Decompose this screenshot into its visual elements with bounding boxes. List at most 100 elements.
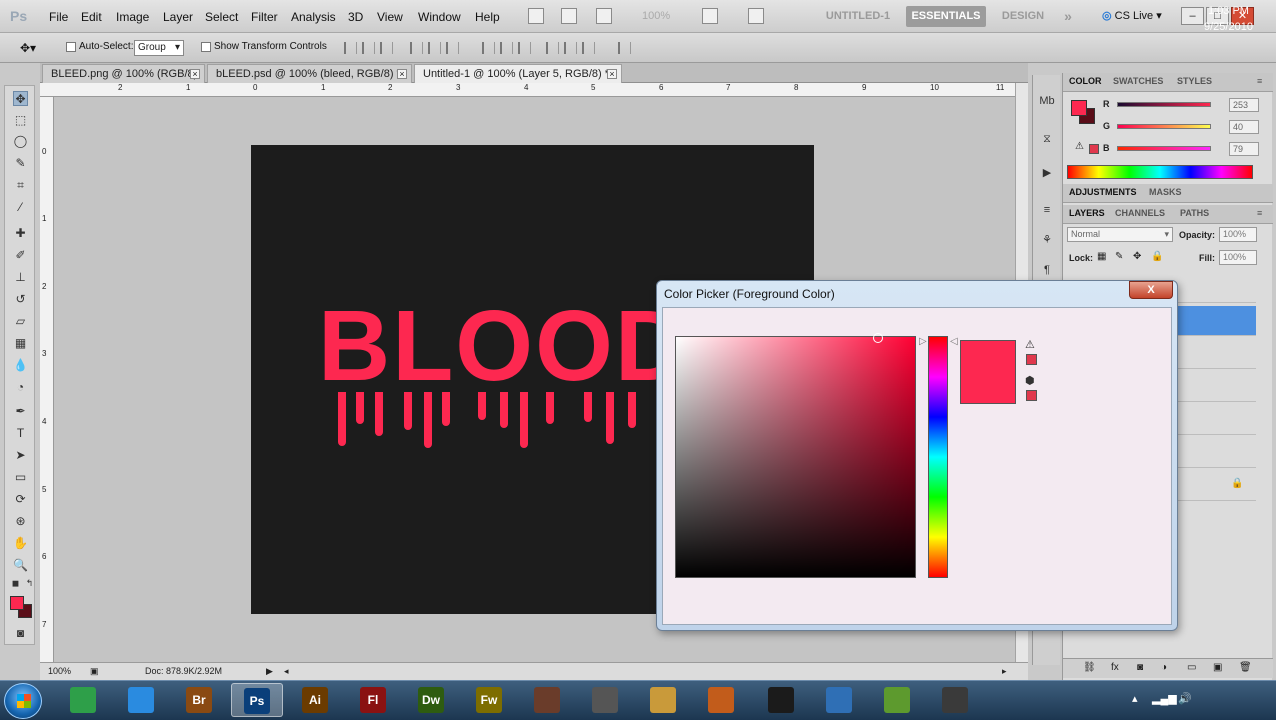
brush-tool-icon[interactable]: ✐ — [13, 248, 28, 263]
link-layers-icon[interactable]: ⛓ — [1083, 662, 1096, 673]
healing-brush-tool-icon[interactable]: ✚ — [13, 226, 28, 241]
clock-date[interactable]: 9/25/2010 — [1204, 21, 1253, 33]
align-bottom-icon[interactable] — [380, 42, 393, 54]
channel-r-value[interactable]: 253 — [1229, 98, 1259, 112]
tab-swatches[interactable]: SWATCHES — [1113, 76, 1163, 86]
delete-layer-icon[interactable]: 🗑 — [1239, 662, 1252, 673]
network-icon[interactable]: ▂▄▆ — [1152, 692, 1177, 705]
scroll-left-icon[interactable]: ◂ — [284, 666, 289, 677]
taskbar-app-button[interactable]: Ai — [289, 683, 341, 717]
taskbar-app-button[interactable]: Br — [173, 683, 225, 717]
adjustment-layer-icon[interactable]: ◑ — [1161, 662, 1167, 673]
color-field[interactable] — [675, 333, 916, 578]
scroll-right-icon[interactable]: ▸ — [1002, 666, 1007, 677]
workspace-essentials[interactable]: ESSENTIALS — [906, 6, 986, 27]
start-button[interactable] — [4, 683, 42, 719]
opacity-field[interactable]: 100% — [1219, 227, 1257, 242]
color-spectrum-bar[interactable] — [1067, 165, 1253, 179]
clone-stamp-tool-icon[interactable]: ⊥ — [13, 270, 28, 285]
tab-adjustments[interactable]: ADJUSTMENTS — [1069, 187, 1137, 197]
show-transform-checkbox[interactable] — [201, 42, 211, 52]
taskbar-app-button[interactable] — [115, 683, 167, 717]
history-brush-tool-icon[interactable]: ↺ — [13, 292, 28, 307]
crop-tool-icon[interactable]: ⌗ — [13, 178, 28, 193]
taskbar-app-button[interactable] — [929, 683, 981, 717]
taskbar-app-button[interactable] — [637, 683, 689, 717]
tray-expand-icon[interactable]: ▴ — [1132, 692, 1138, 705]
channel-g-value[interactable]: 40 — [1229, 120, 1259, 134]
close-tab-icon[interactable]: × — [190, 69, 200, 79]
lasso-tool-icon[interactable]: ◯ — [13, 134, 28, 149]
eraser-tool-icon[interactable]: ▱ — [13, 314, 28, 329]
tab-color[interactable]: COLOR — [1069, 76, 1102, 86]
menu-analysis[interactable]: Analysis — [291, 10, 336, 24]
rectangle-tool-icon[interactable]: ▭ — [13, 470, 28, 485]
distribute-left-icon[interactable] — [546, 42, 559, 54]
distribute-bottom-icon[interactable] — [518, 42, 531, 54]
menu-select[interactable]: Select — [205, 10, 238, 24]
menu-window[interactable]: Window — [418, 10, 461, 24]
close-tab-icon[interactable]: × — [607, 69, 617, 79]
auto-select-checkbox[interactable] — [66, 42, 76, 52]
channel-b-slider[interactable] — [1117, 146, 1211, 151]
menu-help[interactable]: Help — [475, 10, 500, 24]
status-zoom[interactable]: 100% — [48, 666, 71, 676]
distribute-right-icon[interactable] — [582, 42, 595, 54]
lock-transparent-icon[interactable]: ▦ — [1097, 251, 1106, 262]
gamut-swatch[interactable] — [1026, 354, 1037, 365]
taskbar-app-button[interactable] — [813, 683, 865, 717]
3d-orbit-tool-icon[interactable]: ⊛ — [13, 514, 28, 529]
menu-filter[interactable]: Filter — [251, 10, 278, 24]
tab-bleed-png[interactable]: BLEED.png @ 100% (RGB/8) × — [42, 64, 205, 83]
web-safe-icon[interactable]: ⬢ — [1025, 374, 1035, 387]
zoom-tool-icon[interactable]: 🔍 — [13, 558, 28, 573]
menu-layer[interactable]: Layer — [163, 10, 193, 24]
close-tab-icon[interactable]: × — [397, 69, 407, 79]
default-colors-icon[interactable]: ◼ — [8, 576, 23, 591]
foreground-color-swatch[interactable] — [10, 596, 24, 610]
workspace-design[interactable]: DESIGN — [996, 6, 1050, 27]
tab-masks[interactable]: MASKS — [1149, 187, 1182, 197]
distribute-hcenter-icon[interactable] — [564, 42, 577, 54]
quick-select-tool-icon[interactable]: ✎ — [13, 156, 28, 171]
vertical-ruler[interactable]: 0 1 2 3 4 5 6 7 — [40, 97, 54, 662]
mini-bridge-panel-icon[interactable]: Mb — [1038, 93, 1056, 109]
align-vcenter-icon[interactable] — [362, 42, 375, 54]
fill-field[interactable]: 100% — [1219, 250, 1257, 265]
blend-mode-dropdown[interactable]: Normal ▾ — [1067, 227, 1173, 242]
dialog-close-button[interactable]: X — [1129, 281, 1173, 299]
move-tool-preset-icon[interactable]: ✥▾ — [20, 41, 36, 55]
move-tool-icon[interactable]: ✥ — [13, 91, 28, 106]
pen-tool-icon[interactable]: ✒ — [13, 404, 28, 419]
layer-style-icon[interactable]: fx — [1111, 662, 1119, 673]
menu-image[interactable]: Image — [116, 10, 149, 24]
hue-arrow-left-icon[interactable]: ▷ — [919, 336, 927, 347]
taskbar-app-button[interactable] — [579, 683, 631, 717]
color-field-cursor[interactable] — [873, 333, 883, 343]
taskbar-app-button[interactable] — [755, 683, 807, 717]
tab-styles[interactable]: STYLES — [1177, 76, 1212, 86]
marquee-tool-icon[interactable]: ⬚ — [13, 113, 28, 128]
taskbar-app-button[interactable]: Fw — [463, 683, 515, 717]
horizontal-ruler[interactable]: 2 1 0 1 2 3 4 5 6 7 8 9 10 11 — [40, 83, 1015, 97]
actions-panel-icon[interactable]: ▶ — [1038, 165, 1056, 181]
new-layer-icon[interactable]: ▣ — [1213, 662, 1222, 673]
tab-untitled-1[interactable]: Untitled-1 @ 100% (Layer 5, RGB/8) * × — [414, 64, 622, 83]
hue-slider[interactable] — [928, 336, 948, 578]
channel-g-slider[interactable] — [1117, 124, 1211, 129]
gamut-warning-icon[interactable]: ⚠ — [1025, 338, 1035, 351]
minimize-button[interactable]: – — [1181, 7, 1204, 25]
cs-live-button[interactable]: ◎ CS Live ▾ — [1102, 9, 1162, 22]
web-safe-swatch[interactable] — [1026, 390, 1037, 401]
align-hcenter-icon[interactable] — [428, 42, 441, 54]
hue-arrow-right-icon[interactable]: ◁ — [950, 336, 958, 347]
tab-bleed-psd[interactable]: bLEED.psd @ 100% (bleed, RGB/8) * × — [207, 64, 412, 83]
workspace-untitled[interactable]: UNTITLED-1 — [816, 6, 900, 27]
screen-mode-icon[interactable] — [748, 8, 764, 24]
eyedropper-tool-icon[interactable]: ⁄ — [13, 200, 28, 215]
align-left-icon[interactable] — [410, 42, 423, 54]
path-select-tool-icon[interactable]: ➤ — [13, 448, 28, 463]
view-extras-icon[interactable] — [596, 8, 612, 24]
blur-tool-icon[interactable]: 💧 — [13, 358, 28, 373]
menu-edit[interactable]: Edit — [81, 10, 102, 24]
